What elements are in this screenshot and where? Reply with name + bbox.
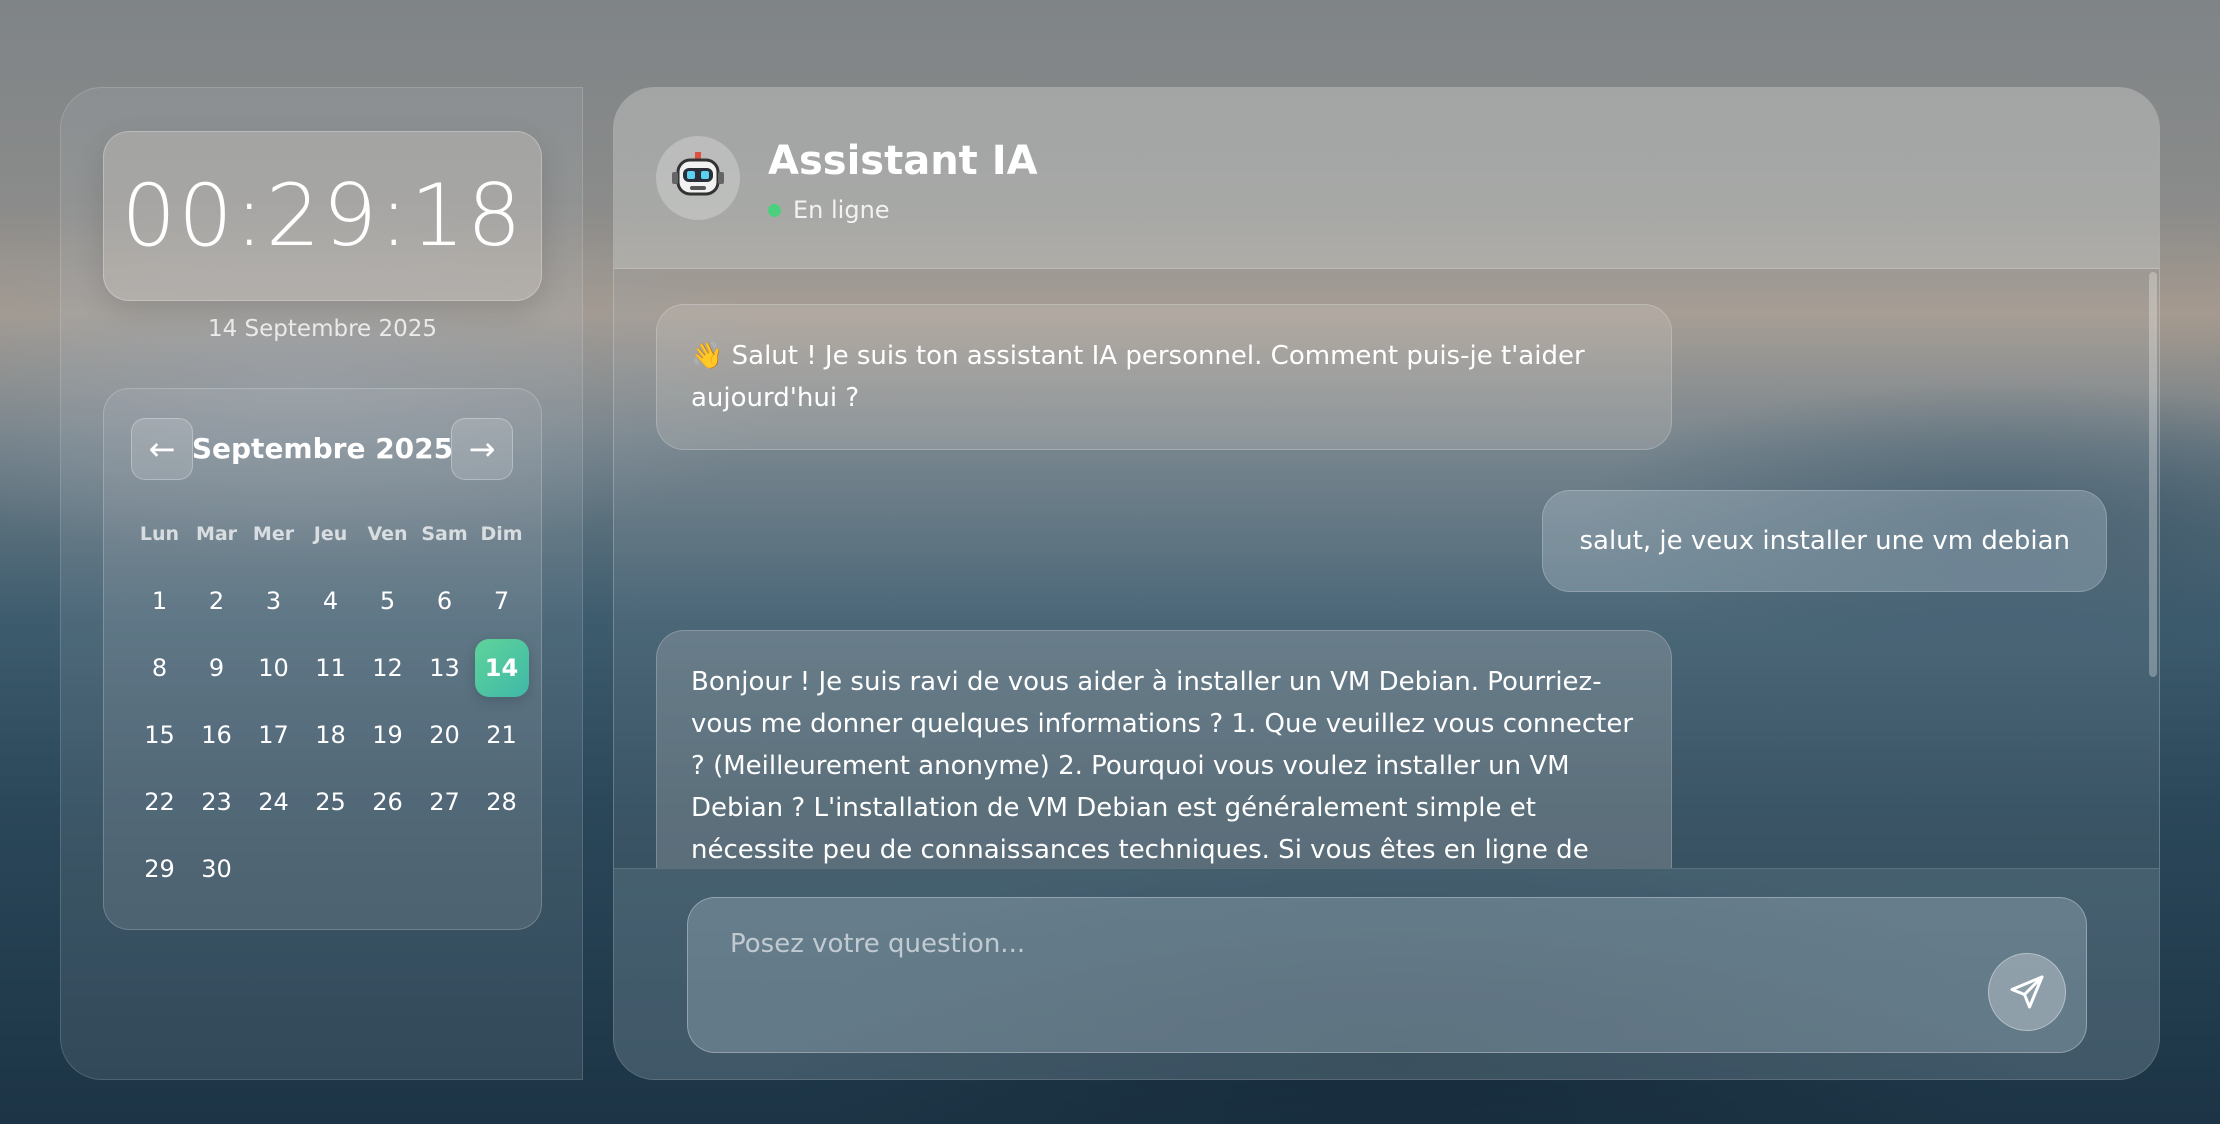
robot-icon xyxy=(672,152,724,196)
send-button[interactable] xyxy=(1988,953,2066,1031)
day-number: 29 xyxy=(144,854,175,883)
calendar-day[interactable]: 13 xyxy=(416,634,473,701)
input-box xyxy=(687,897,2087,1053)
calendar-day[interactable]: 8 xyxy=(131,634,188,701)
clock-time: 00:29:18 xyxy=(121,166,524,266)
day-number: 13 xyxy=(429,653,460,682)
calendar-grid: Lun Mar Mer Jeu Ven Sam Dim 1 2 3 4 5 6 7 8 9 10 11 12 13 14… xyxy=(131,519,530,902)
weekday-spacer xyxy=(131,549,530,567)
day-number: 5 xyxy=(379,586,396,615)
day-number: 3 xyxy=(265,586,282,615)
day-number: 17 xyxy=(258,720,289,749)
calendar-day[interactable]: 20 xyxy=(416,701,473,768)
day-number: 10 xyxy=(258,653,289,682)
calendar-day[interactable]: 21 xyxy=(473,701,530,768)
calendar-day[interactable]: 4 xyxy=(302,567,359,634)
day-number: 24 xyxy=(258,787,289,816)
calendar-day[interactable]: 23 xyxy=(188,768,245,835)
message-scrollbar[interactable] xyxy=(2149,272,2157,677)
input-area xyxy=(614,868,2159,1079)
message-bot: Bonjour ! Je suis ravi de vous aider à i… xyxy=(656,630,1672,868)
day-number: 1 xyxy=(151,586,168,615)
day-number: 26 xyxy=(372,787,403,816)
calendar-day[interactable]: 28 xyxy=(473,768,530,835)
sidebar: 00:29:18 14 Septembre 2025 ← Septembre 2… xyxy=(60,87,583,1080)
day-number: 6 xyxy=(436,586,453,615)
calendar-day[interactable]: 25 xyxy=(302,768,359,835)
weekday-label: Ven xyxy=(367,523,408,545)
status-dot-icon xyxy=(768,203,781,217)
day-number: 9 xyxy=(208,653,225,682)
calendar-day[interactable]: 2 xyxy=(188,567,245,634)
current-date: 14 Septembre 2025 xyxy=(207,316,438,342)
calendar-day[interactable]: 6 xyxy=(416,567,473,634)
weekday-label: Mar xyxy=(195,523,238,545)
day-number: 15 xyxy=(144,720,175,749)
next-month-button[interactable]: → xyxy=(451,418,513,480)
calendar-day[interactable]: 3 xyxy=(245,567,302,634)
calendar: ← Septembre 2025 → Lun Mar Mer Jeu Ven Sam Dim… xyxy=(103,388,542,930)
status-text: En ligne xyxy=(793,196,890,224)
chat-title: Assistant IA xyxy=(768,138,1038,184)
day-number: 23 xyxy=(201,787,232,816)
clock-card: 00:29:18 xyxy=(103,131,542,301)
weekday-label: Jeu xyxy=(313,523,348,545)
day-number: 21 xyxy=(486,720,517,749)
calendar-day[interactable]: 9 xyxy=(188,634,245,701)
calendar-day[interactable]: 29 xyxy=(131,835,188,902)
calendar-day[interactable]: 22 xyxy=(131,768,188,835)
calendar-day[interactable]: 7 xyxy=(473,567,530,634)
day-number: 27 xyxy=(429,787,460,816)
calendar-day[interactable]: 12 xyxy=(359,634,416,701)
calendar-day[interactable]: 15 xyxy=(131,701,188,768)
day-number: 18 xyxy=(315,720,346,749)
calendar-day[interactable]: 10 xyxy=(245,634,302,701)
calendar-day[interactable]: 5 xyxy=(359,567,416,634)
calendar-day[interactable]: 26 xyxy=(359,768,416,835)
day-number: 2 xyxy=(208,586,225,615)
day-number: 11 xyxy=(315,653,346,682)
day-number: 7 xyxy=(493,586,510,615)
weekday-label: Lun xyxy=(139,523,180,545)
day-number: 19 xyxy=(372,720,403,749)
day-number: 30 xyxy=(201,854,232,883)
chat-header: Assistant IA En ligne xyxy=(614,88,2159,269)
day-number: 4 xyxy=(322,586,339,615)
message-user: salut, je veux installer une vm debian xyxy=(1542,490,2107,592)
calendar-day[interactable]: 16 xyxy=(188,701,245,768)
message-bot: 👋 Salut ! Je suis ton assistant IA perso… xyxy=(656,304,1672,450)
day-number: 14 xyxy=(474,638,529,697)
day-number: 20 xyxy=(429,720,460,749)
calendar-day-today[interactable]: 14 xyxy=(473,634,530,701)
calendar-day[interactable]: 17 xyxy=(245,701,302,768)
day-number: 22 xyxy=(144,787,175,816)
calendar-day[interactable]: 18 xyxy=(302,701,359,768)
day-number: 8 xyxy=(151,653,168,682)
day-number: 25 xyxy=(315,787,346,816)
question-input[interactable] xyxy=(728,928,1932,960)
send-icon xyxy=(2010,975,2044,1009)
online-status: En ligne xyxy=(768,196,890,224)
weekday-label: Mer xyxy=(252,523,295,545)
calendar-day[interactable]: 11 xyxy=(302,634,359,701)
chat-panel: Assistant IA En ligne 👋 Salut ! Je suis … xyxy=(613,87,2160,1080)
calendar-day[interactable]: 1 xyxy=(131,567,188,634)
calendar-day[interactable]: 24 xyxy=(245,768,302,835)
day-number: 28 xyxy=(486,787,517,816)
assistant-avatar xyxy=(656,136,740,220)
day-number: 12 xyxy=(372,653,403,682)
weekday-label: Sam xyxy=(421,523,468,545)
day-number: 16 xyxy=(201,720,232,749)
calendar-day[interactable]: 30 xyxy=(188,835,245,902)
weekday-label: Dim xyxy=(480,523,523,545)
message-list[interactable]: 👋 Salut ! Je suis ton assistant IA perso… xyxy=(614,268,2159,868)
calendar-day[interactable]: 19 xyxy=(359,701,416,768)
calendar-day[interactable]: 27 xyxy=(416,768,473,835)
